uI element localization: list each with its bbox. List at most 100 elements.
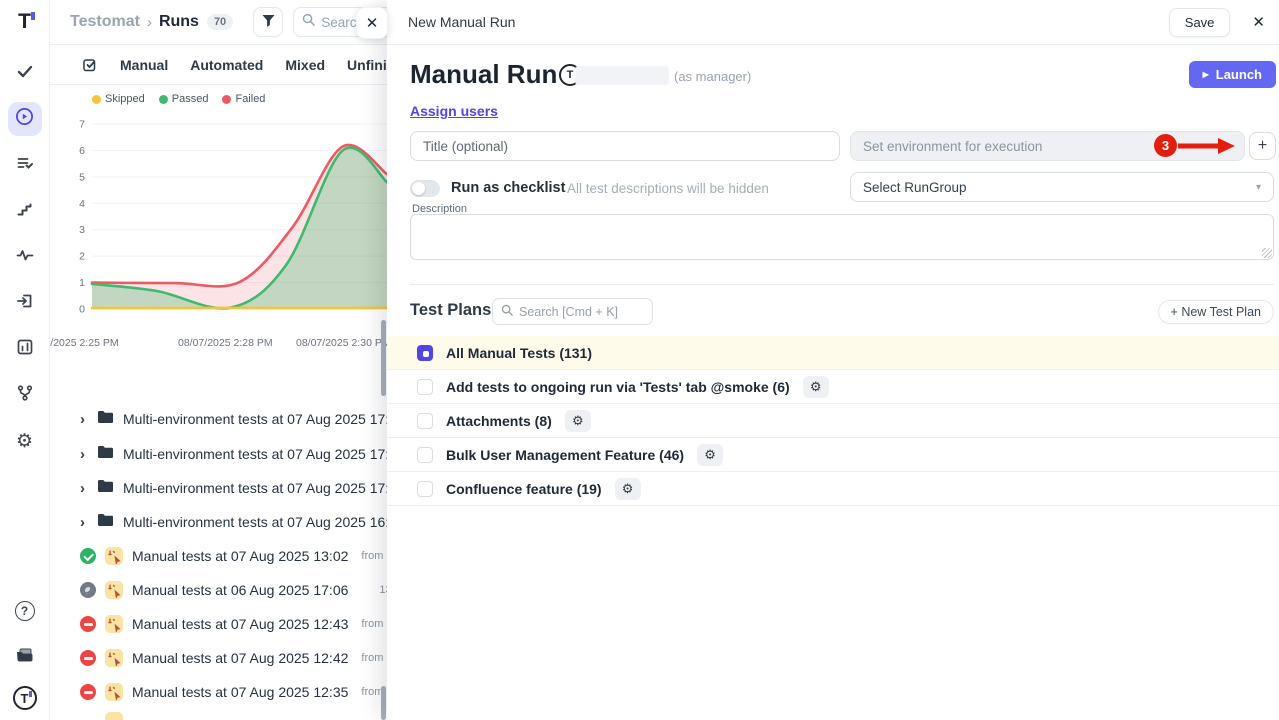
sidebar-item-analytics[interactable] xyxy=(8,240,42,274)
play-circle-icon xyxy=(15,107,34,131)
run-folder-row[interactable]: › Multi-environment tests at 07 Aug 2025… xyxy=(50,402,387,436)
annotation-arrow-icon xyxy=(1178,137,1236,160)
add-environment-button[interactable]: + xyxy=(1249,132,1276,160)
help-button[interactable]: ? xyxy=(8,594,42,628)
tab-manual[interactable]: Manual xyxy=(120,57,168,73)
passed-status-icon xyxy=(80,548,96,564)
filter-button[interactable] xyxy=(253,7,283,37)
x-axis-label-1: 08/07/2025 2:25 PM xyxy=(50,337,119,349)
sidebar-item-reports[interactable] xyxy=(8,332,42,366)
svg-text:2: 2 xyxy=(79,251,85,263)
test-plan-list: All Manual Tests (131) Add tests to ongo… xyxy=(387,336,1279,506)
plan-settings-button[interactable]: ⚙ xyxy=(803,376,829,398)
run-title-input[interactable] xyxy=(410,131,840,161)
test-plans-search[interactable] xyxy=(492,298,653,325)
run-row[interactable]: Manual tests at 07 Aug 2025 12:43 fromCu… xyxy=(50,607,387,641)
search-icon xyxy=(501,303,513,321)
svg-text:4: 4 xyxy=(79,198,85,210)
new-test-plan-button[interactable]: + New Test Plan xyxy=(1158,300,1274,324)
owner-name-redacted xyxy=(575,66,669,85)
run-meta: fromCustom xyxy=(361,618,387,630)
plan-checkbox[interactable] xyxy=(417,447,433,463)
runs-tabs: Manual Automated Mixed Unfinished xyxy=(50,45,387,85)
breadcrumb-project[interactable]: Testomat xyxy=(70,13,140,31)
rungroup-select[interactable]: Select RunGroup ▾ xyxy=(850,172,1274,202)
run-row[interactable]: Manual tests at 07 Aug 2025 12:42 fromCu… xyxy=(50,641,387,675)
run-as-checklist-toggle[interactable] xyxy=(410,180,440,197)
tab-unfinished[interactable]: Unfinished xyxy=(347,57,387,73)
test-plan-row[interactable]: Attachments (8) ⚙ xyxy=(387,404,1279,438)
run-folder-row[interactable]: › Multi-environment tests at 07 Aug 2025… xyxy=(50,437,387,471)
plan-checkbox-checked[interactable] xyxy=(417,345,433,361)
x-axis-label-2: 08/07/2025 2:28 PM xyxy=(178,337,273,349)
legend-failed: Failed xyxy=(222,93,265,105)
tab-mixed[interactable]: Mixed xyxy=(285,57,325,73)
panel-scrollbar-thumb[interactable] xyxy=(381,320,386,396)
sidebar-item-tests[interactable] xyxy=(8,56,42,90)
test-plan-row[interactable]: Bulk User Management Feature (46) ⚙ xyxy=(387,438,1279,472)
run-title-heading: Manual Run xyxy=(410,59,557,90)
testomat-logo-icon[interactable]: T xyxy=(18,10,31,34)
manual-run-icon xyxy=(105,581,123,599)
sidebar-item-branches[interactable] xyxy=(8,378,42,412)
description-textarea[interactable] xyxy=(410,214,1274,260)
close-button[interactable]: ✕ xyxy=(1252,13,1265,31)
annotation-step-badge: 3 xyxy=(1154,134,1177,157)
svg-text:0: 0 xyxy=(79,304,85,316)
panel-scrollbar-thumb[interactable] xyxy=(381,686,386,720)
run-row-partial[interactable] xyxy=(50,709,387,720)
drawer-close-button[interactable]: ✕ xyxy=(356,7,388,39)
manual-run-icon xyxy=(105,683,123,701)
test-plan-row[interactable]: Confluence feature (19) ⚙ xyxy=(387,472,1279,506)
manual-run-icon xyxy=(105,547,123,565)
passed-dot-icon xyxy=(159,95,168,104)
plan-checkbox[interactable] xyxy=(417,413,433,429)
tab-automated[interactable]: Automated xyxy=(190,57,263,73)
breadcrumb-runs: Runs xyxy=(159,13,199,31)
test-plans-search-input[interactable] xyxy=(519,305,634,319)
close-icon: ✕ xyxy=(1252,14,1265,31)
run-row[interactable]: Manual tests at 07 Aug 2025 12:35 fromCu… xyxy=(50,675,387,709)
manual-run-icon xyxy=(105,712,123,720)
failed-status-icon xyxy=(80,650,96,666)
assign-users-link[interactable]: Assign users xyxy=(410,103,498,119)
plan-checkbox[interactable] xyxy=(417,379,433,395)
select-runs-icon[interactable] xyxy=(82,57,98,73)
chevron-right-icon[interactable]: › xyxy=(80,514,88,531)
gear-icon: ⚙ xyxy=(572,413,584,429)
sidebar-item-settings[interactable]: ⚙ xyxy=(8,424,42,458)
svg-text:7: 7 xyxy=(79,118,85,130)
run-row[interactable]: Manual tests at 07 Aug 2025 13:02 fromCu… xyxy=(50,539,387,573)
chevron-right-icon[interactable]: › xyxy=(80,480,88,497)
sidebar-item-runs[interactable] xyxy=(8,102,42,136)
failed-dot-icon xyxy=(222,95,231,104)
play-icon: ▶ xyxy=(1203,70,1209,79)
chevron-right-icon[interactable]: › xyxy=(80,411,88,428)
projects-button[interactable] xyxy=(8,640,42,674)
sidebar-item-import[interactable] xyxy=(8,286,42,320)
plan-settings-button[interactable]: ⚙ xyxy=(615,478,641,500)
caret-down-icon: ▾ xyxy=(1256,182,1261,193)
run-row[interactable]: Manual tests at 06 Aug 2025 17:06 136 te… xyxy=(50,573,387,607)
sidebar-item-test-plans[interactable] xyxy=(8,148,42,182)
save-button[interactable]: Save xyxy=(1169,8,1231,37)
plan-settings-button[interactable]: ⚙ xyxy=(565,410,591,432)
test-plan-row[interactable]: Add tests to ongoing run via 'Tests' tab… xyxy=(387,370,1279,404)
folders-icon xyxy=(15,646,34,669)
chevron-right-icon[interactable]: › xyxy=(80,446,88,463)
run-folder-row[interactable]: › Multi-environment tests at 07 Aug 2025… xyxy=(50,471,387,505)
run-meta: 136 tests xyxy=(371,584,387,596)
funnel-icon xyxy=(261,13,276,31)
test-plan-row[interactable]: All Manual Tests (131) xyxy=(387,336,1279,370)
new-manual-run-drawer: ✕ New Manual Run Save ✕ Manual Run T (as… xyxy=(387,0,1279,720)
folder-icon xyxy=(97,479,114,498)
project-avatar[interactable]: T xyxy=(13,686,37,710)
folder-icon xyxy=(97,410,114,429)
run-folder-row[interactable]: › Multi-environment tests at 07 Aug 2025… xyxy=(50,505,387,539)
plan-settings-button[interactable]: ⚙ xyxy=(697,444,723,466)
sidebar-item-milestones[interactable] xyxy=(8,194,42,228)
plan-checkbox[interactable] xyxy=(417,481,433,497)
close-icon: ✕ xyxy=(366,14,379,32)
run-meta: fromCustom xyxy=(361,652,387,664)
launch-button[interactable]: ▶Launch xyxy=(1189,61,1276,88)
